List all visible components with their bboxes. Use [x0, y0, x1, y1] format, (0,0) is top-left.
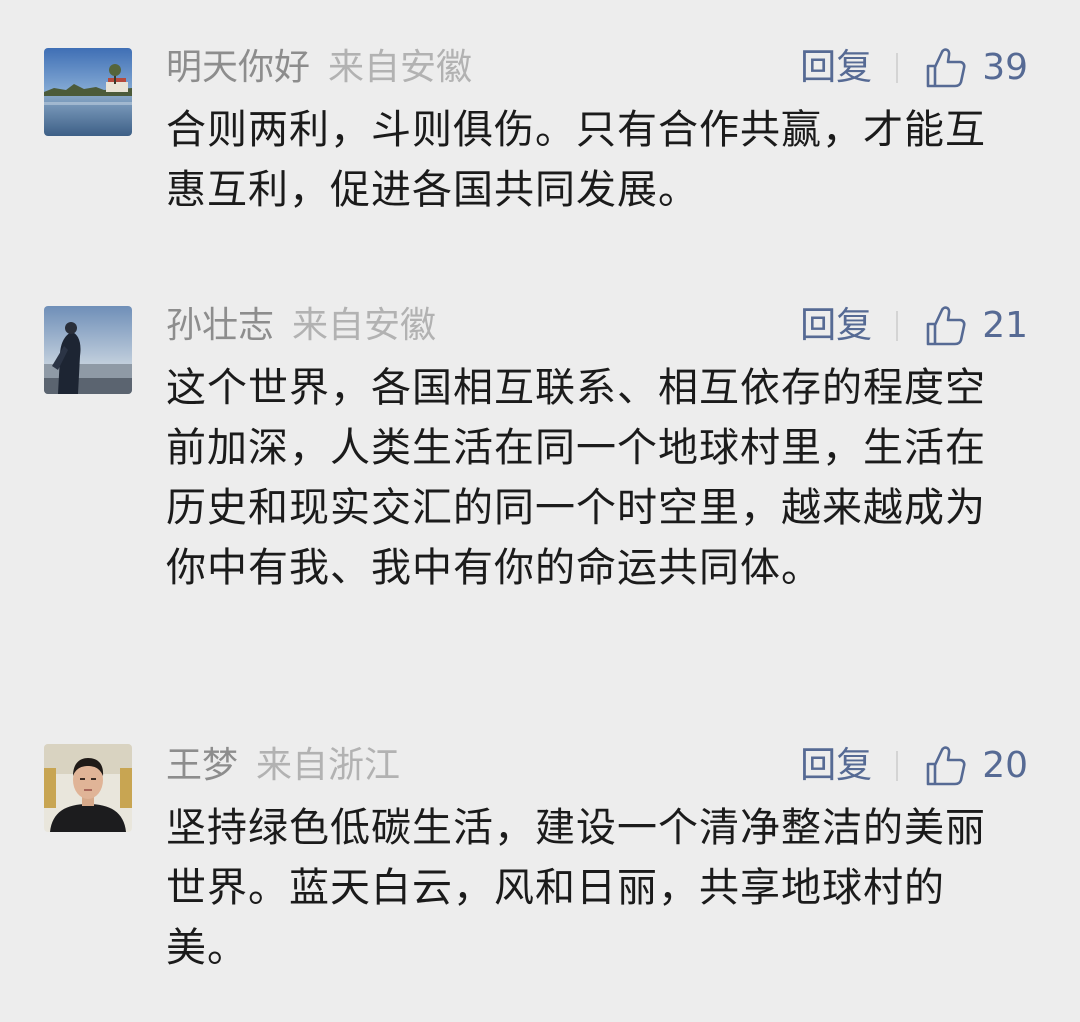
username[interactable]: 明天你好: [166, 47, 310, 88]
man-portrait-avatar-image: [44, 744, 132, 832]
comment-meta: 孙壮志 来自安徽: [166, 304, 436, 348]
lake-scenery-avatar-image: [44, 48, 132, 136]
location-label: 来自安徽: [328, 47, 473, 88]
like-count: 20: [982, 745, 1028, 786]
avatar[interactable]: [44, 48, 132, 136]
reply-button[interactable]: 回复: [800, 744, 872, 788]
like-count: 39: [982, 47, 1028, 88]
reply-button[interactable]: 回复: [800, 46, 872, 90]
location-label: 来自浙江: [256, 745, 401, 786]
comment-text: 坚持绿色低碳生活，建设一个清净整洁的美丽世界。蓝天白云，风和日丽，共享地球村的美…: [166, 805, 986, 971]
reply-button[interactable]: 回复: [800, 304, 872, 348]
action-divider: [896, 311, 899, 341]
comment-actions: 回复 20: [800, 744, 1028, 788]
thumbs-up-icon[interactable]: [924, 46, 968, 90]
action-divider: [896, 751, 899, 781]
action-divider: [896, 53, 899, 83]
thumbs-up-icon[interactable]: [924, 744, 968, 788]
comment-text: 合则两利，斗则俱伤。只有合作共赢，才能互惠互利，促进各国共同发展。: [166, 107, 986, 213]
username[interactable]: 王梦: [166, 745, 238, 786]
comment-meta: 王梦 来自浙江: [166, 744, 400, 788]
username[interactable]: 孙壮志: [166, 305, 274, 346]
comment-text: 这个世界，各国相互联系、相互依存的程度空前加深，人类生活在同一个地球村里，生活在…: [166, 365, 986, 591]
location-label: 来自安徽: [292, 305, 437, 346]
person-by-water-avatar-image: [44, 306, 132, 394]
comment-actions: 回复 39: [800, 46, 1028, 90]
comment-actions: 回复 21: [800, 304, 1028, 348]
comment-meta: 明天你好 来自安徽: [166, 46, 472, 90]
thumbs-up-icon[interactable]: [924, 304, 968, 348]
avatar[interactable]: [44, 306, 132, 394]
avatar[interactable]: [44, 744, 132, 832]
like-count: 21: [982, 305, 1028, 346]
